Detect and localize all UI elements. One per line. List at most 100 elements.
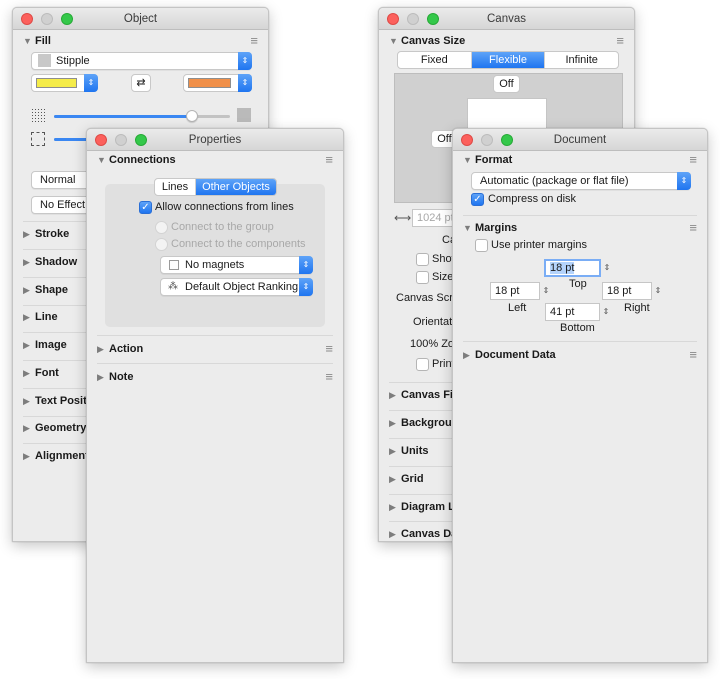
fill-section-header[interactable]: ▼ Fill ≡	[23, 32, 258, 50]
bottom-margin-label: Bottom	[560, 322, 595, 334]
file-format-popup[interactable]: Automatic (package or flat file) ⇕	[471, 172, 691, 190]
connect-to-components-radio[interactable]	[155, 238, 168, 251]
left-margin-field[interactable]: 18 pt	[490, 282, 540, 300]
allow-connections-checkbox[interactable]: ✓	[139, 201, 152, 214]
show-checkbox[interactable]	[416, 253, 429, 266]
left-margin-stepper[interactable]: ⇕	[541, 282, 551, 300]
size-label: Size	[432, 271, 454, 283]
section-document-data[interactable]: ▶ Document Data ≡	[463, 346, 697, 364]
close-button[interactable]	[387, 13, 399, 25]
bottom-margin-field[interactable]: 41 pt	[545, 303, 600, 321]
primary-color-well[interactable]: ⇕	[31, 74, 98, 92]
window-title: Document	[553, 134, 607, 146]
fill-type-popup[interactable]: Stipple ⇕	[31, 52, 252, 70]
section-menu-icon[interactable]: ≡	[689, 219, 697, 237]
connect-to-group-radio[interactable]	[155, 221, 168, 234]
document-inspector-window: Document ▼ Format ≡ Automatic (package or…	[452, 128, 708, 663]
compress-on-disk-checkbox[interactable]: ✓	[471, 193, 484, 206]
document-window-titlebar[interactable]: Document	[453, 129, 707, 151]
section-menu-icon[interactable]: ≡	[325, 340, 333, 358]
top-margin-label: Top	[569, 278, 587, 290]
secondary-color-well[interactable]: ⇕	[183, 74, 252, 92]
magnets-popup[interactable]: No magnets ⇕	[160, 256, 313, 274]
close-button[interactable]	[21, 13, 33, 25]
stipple-density-slider[interactable]	[54, 110, 230, 122]
zoom-button[interactable]	[135, 134, 147, 146]
stipple-icon	[38, 54, 51, 67]
minimize-button[interactable]	[407, 13, 419, 25]
slider-knob[interactable]	[186, 110, 198, 122]
canvas-size-section-header[interactable]: ▼ Canvas Size ≡	[389, 32, 624, 50]
section-menu-icon[interactable]: ≡	[250, 32, 258, 50]
mode-fixed[interactable]: Fixed	[398, 52, 472, 68]
tab-lines[interactable]: Lines	[155, 179, 196, 195]
canvas-window-titlebar[interactable]: Canvas	[379, 8, 634, 30]
magnet-square-icon	[169, 260, 179, 270]
mode-infinite[interactable]: Infinite	[545, 52, 618, 68]
section-title: Note	[109, 371, 134, 383]
tab-other-objects[interactable]: Other Objects	[196, 179, 276, 195]
section-note[interactable]: ▶ Note ≡	[97, 368, 333, 386]
section-title: Connections	[109, 154, 176, 166]
section-action[interactable]: ▶ Action ≡	[97, 340, 333, 358]
connections-section-header[interactable]: ▼ Connections ≡	[97, 151, 333, 169]
section-title: Fill	[35, 35, 51, 47]
divider	[97, 363, 333, 364]
section-title: Shape	[35, 284, 69, 296]
close-button[interactable]	[95, 134, 107, 146]
top-expand-toggle[interactable]: Off	[493, 75, 520, 93]
section-title: Action	[109, 343, 144, 355]
minimize-button[interactable]	[41, 13, 53, 25]
close-button[interactable]	[461, 134, 473, 146]
zoom-button[interactable]	[427, 13, 439, 25]
swap-colors-button[interactable]: ⇄	[131, 74, 151, 92]
divider	[463, 215, 697, 216]
mode-flexible[interactable]: Flexible	[471, 52, 546, 68]
compress-on-disk-label: Compress on disk	[488, 193, 577, 205]
section-menu-icon[interactable]: ≡	[325, 368, 333, 386]
minimize-button[interactable]	[481, 134, 493, 146]
size-checkbox[interactable]	[416, 271, 429, 284]
top-margin-stepper[interactable]: ⇕	[602, 259, 612, 277]
format-section-header[interactable]: ▼ Format ≡	[463, 151, 697, 169]
secondary-color-swatch	[188, 78, 231, 88]
disclosure-triangle-open-icon: ▼	[97, 155, 106, 165]
section-title: Geometry	[35, 422, 87, 434]
field-value: 18 pt	[550, 262, 575, 274]
divider	[97, 335, 333, 336]
right-margin-field[interactable]: 18 pt	[602, 282, 652, 300]
disclosure-triangle-icon: ▶	[389, 390, 396, 400]
object-ranking-popup[interactable]: ⁂ Default Object Ranking ⇕	[160, 278, 313, 296]
object-window-titlebar[interactable]: Object	[13, 8, 268, 30]
section-menu-icon[interactable]: ≡	[689, 151, 697, 169]
minimize-button[interactable]	[115, 134, 127, 146]
use-printer-margins-checkbox[interactable]	[475, 239, 488, 252]
disclosure-triangle-icon: ▶	[23, 229, 30, 239]
field-value: 18 pt	[607, 285, 632, 297]
bottom-margin-stepper[interactable]: ⇕	[601, 303, 611, 321]
properties-window-titlebar[interactable]: Properties	[87, 129, 343, 151]
section-title: Shadow	[35, 256, 78, 268]
disclosure-triangle-icon: ▶	[23, 312, 30, 322]
section-menu-icon[interactable]: ≡	[325, 151, 333, 169]
disclosure-triangle-icon: ▶	[23, 396, 30, 406]
section-menu-icon[interactable]: ≡	[616, 32, 624, 50]
disclosure-triangle-icon: ▶	[23, 285, 30, 295]
zoom-button[interactable]	[501, 134, 513, 146]
top-margin-field[interactable]: 18 pt	[544, 259, 601, 277]
popup-arrows-icon: ⇕	[238, 52, 252, 70]
dense-stipple-icon	[237, 108, 251, 122]
popup-arrows-icon: ⇕	[84, 74, 98, 92]
disclosure-triangle-icon: ▶	[389, 474, 396, 484]
right-margin-stepper[interactable]: ⇕	[653, 282, 663, 300]
section-title: Canvas Fill	[401, 389, 460, 401]
print-checkbox[interactable]	[416, 358, 429, 371]
section-title: Backgroun	[401, 417, 459, 429]
section-menu-icon[interactable]: ≡	[689, 346, 697, 364]
window-title: Object	[123, 13, 158, 25]
zoom-button[interactable]	[61, 13, 73, 25]
disclosure-triangle-icon: ▶	[389, 418, 396, 428]
field-value: 41 pt	[550, 306, 575, 318]
section-title: Alignment	[35, 450, 89, 462]
margins-section-header[interactable]: ▼ Margins ≡	[463, 219, 697, 237]
